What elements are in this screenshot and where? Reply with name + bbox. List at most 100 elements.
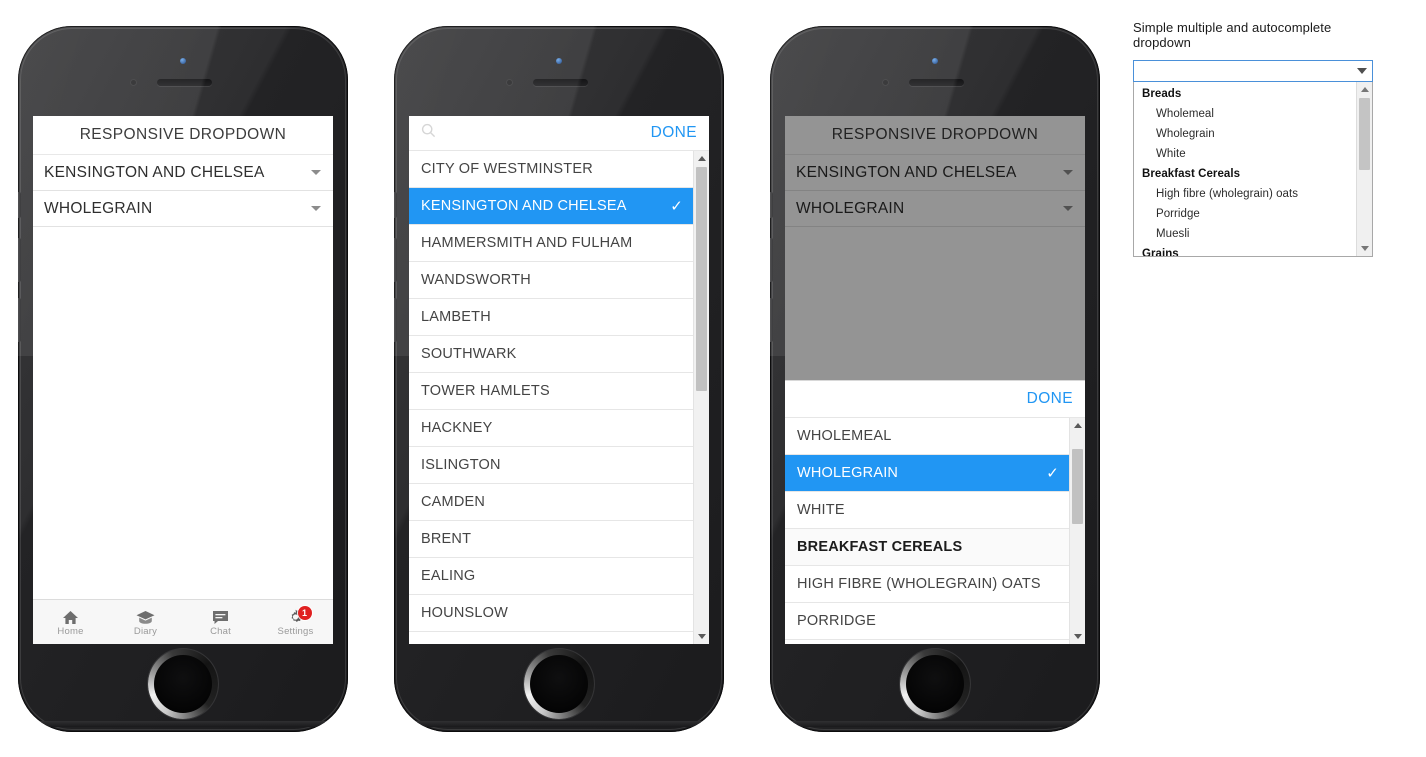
content-area [33,227,333,599]
tab-chat-label: Chat [210,625,231,637]
home-button[interactable] [524,649,594,719]
bottom-tab-bar: Home Diary Chat Settings 1 [33,599,333,644]
check-icon: ✓ [670,198,683,215]
borough-list-scrollbar[interactable] [693,151,709,644]
home-button[interactable] [148,649,218,719]
list-item[interactable]: HOUNSLOW [409,595,693,632]
list-item[interactable]: Porridge [1134,204,1356,224]
list-item[interactable]: White [1134,144,1356,164]
list-item-label: HAMMERSMITH AND FULHAM [421,235,633,251]
silent-switch[interactable] [18,192,21,218]
desktop-dropdown-list[interactable]: Breads Wholemeal Wholegrain White Breakfast … [1133,82,1373,257]
food-list-scrollbar[interactable] [1069,418,1085,644]
silent-switch[interactable] [394,192,397,218]
list-item-label: LAMBETH [421,309,491,325]
phone-3-screen: RESPONSIVE DROPDOWN KENSINGTON AND CHELS… [785,116,1085,644]
scroll-down-arrow-icon[interactable] [1070,629,1085,644]
dropdown-borough-value: KENSINGTON AND CHELSEA [796,163,1017,181]
list-item-label: BREAKFAST CEREALS [797,539,963,555]
dropdown-food-value: WHOLEGRAIN [796,199,905,217]
scrollbar-thumb[interactable] [1359,98,1370,170]
proximity-sensor-icon [507,80,512,85]
list-item[interactable]: Wholegrain [1134,124,1356,144]
list-item[interactable]: CAMDEN [409,484,693,521]
volume-down-button[interactable] [394,298,397,342]
list-item[interactable]: Wholemeal [1134,104,1356,124]
scrollbar-thumb[interactable] [696,167,707,391]
list-item[interactable]: WANDSWORTH [409,262,693,299]
home-icon [62,608,79,625]
list-item[interactable]: PORRIDGE [785,603,1069,640]
chevron-down-icon[interactable] [1357,68,1367,74]
list-item[interactable]: High fibre (wholegrain) oats [1134,184,1356,204]
settings-badge-count: 1 [297,606,312,620]
list-item[interactable]: BRENT [409,521,693,558]
list-item[interactable]: LAMBETH [409,299,693,336]
volume-down-button[interactable] [18,298,21,342]
dropdown-borough-closed[interactable]: KENSINGTON AND CHELSEA [785,155,1085,191]
list-item-label: SOUTHWARK [421,346,517,362]
picker-done-button[interactable]: DONE [1027,390,1073,408]
search-input[interactable] [442,124,651,142]
dropdown-food-open[interactable]: WHOLEGRAIN [785,191,1085,227]
list-item[interactable]: WHOLEMEAL [785,418,1069,455]
scroll-up-arrow-icon[interactable] [1070,418,1085,433]
list-item[interactable]: EALING [409,558,693,595]
dropdown-borough-closed[interactable]: KENSINGTON AND CHELSEA [33,155,333,191]
list-item[interactable]: ISLINGTON [409,447,693,484]
home-button[interactable] [900,649,970,719]
desktop-dropdown-demo: Simple multiple and autocomplete dropdow… [1133,20,1373,257]
desktop-autocomplete-input[interactable] [1140,63,1357,79]
dropdown-food-closed[interactable]: WHOLEGRAIN [33,191,333,227]
list-item[interactable]: HAMMERSMITH AND FULHAM [409,225,693,262]
list-item[interactable]: CITY OF WESTMINSTER [409,151,693,188]
scroll-up-arrow-icon[interactable] [694,151,709,166]
device-bottom-seam [784,721,1086,727]
tab-home[interactable]: Home [33,600,108,644]
list-item[interactable]: WHOLEGRAIN ✓ [785,455,1069,492]
list-item[interactable]: Muesli [1134,224,1356,244]
list-item[interactable]: HIGH FIBRE (WHOLEGRAIN) OATS [785,566,1069,603]
device-bottom-seam [32,721,334,727]
phone-1-screen: RESPONSIVE DROPDOWN KENSINGTON AND CHELS… [33,116,333,644]
picker-done-button[interactable]: DONE [651,124,697,142]
volume-up-button[interactable] [394,238,397,282]
tab-diary[interactable]: Diary [108,600,183,644]
proximity-sensor-icon [131,80,136,85]
desktop-dropdown-title: Simple multiple and autocomplete dropdow… [1133,20,1332,50]
food-option-list[interactable]: WHOLEMEAL WHOLEGRAIN ✓ WHITE BREAKFAST CEREA… [785,418,1069,644]
borough-list-wrap: CITY OF WESTMINSTER KENSINGTON AND CHELSE… [409,151,709,644]
picker-toolbar: DONE [409,116,709,151]
dropdown-food-value: WHOLEGRAIN [44,199,153,217]
front-camera-icon [932,58,938,64]
tab-chat[interactable]: Chat [183,600,258,644]
list-item-label: CITY OF WESTMINSTER [421,161,593,177]
list-item[interactable]: RICHMOND [409,632,693,644]
list-item[interactable]: KENSINGTON AND CHELSEA ✓ [409,188,693,225]
tab-settings[interactable]: Settings 1 [258,600,333,644]
list-item[interactable]: WHITE [785,492,1069,529]
food-list-wrap: WHOLEMEAL WHOLEGRAIN ✓ WHITE BREAKFAST CEREA… [785,418,1085,644]
scroll-down-arrow-icon[interactable] [1357,241,1372,256]
chevron-down-icon [311,206,321,211]
scrollbar-thumb[interactable] [1072,449,1083,524]
desktop-dropdown-input[interactable] [1133,60,1373,82]
tab-diary-label: Diary [133,625,158,637]
desktop-list-scrollbar[interactable] [1356,82,1372,256]
borough-option-list[interactable]: CITY OF WESTMINSTER KENSINGTON AND CHELSE… [409,151,693,644]
list-item[interactable]: HACKNEY [409,410,693,447]
list-item-label: TOWER HAMLETS [421,383,550,399]
home-button-inner [906,655,964,713]
list-item[interactable]: SOUTHWARK [409,336,693,373]
scroll-up-arrow-icon[interactable] [1357,82,1372,97]
volume-down-button[interactable] [770,298,773,342]
list-item[interactable]: TOWER HAMLETS [409,373,693,410]
desktop-option-list[interactable]: Breads Wholemeal Wholegrain White Breakfast … [1134,82,1356,256]
silent-switch[interactable] [770,192,773,218]
volume-up-button[interactable] [770,238,773,282]
scroll-down-arrow-icon[interactable] [694,629,709,644]
search-icon[interactable] [421,123,436,143]
earpiece-speaker [533,79,588,86]
volume-up-button[interactable] [18,238,21,282]
tab-home-label: Home [57,625,84,637]
